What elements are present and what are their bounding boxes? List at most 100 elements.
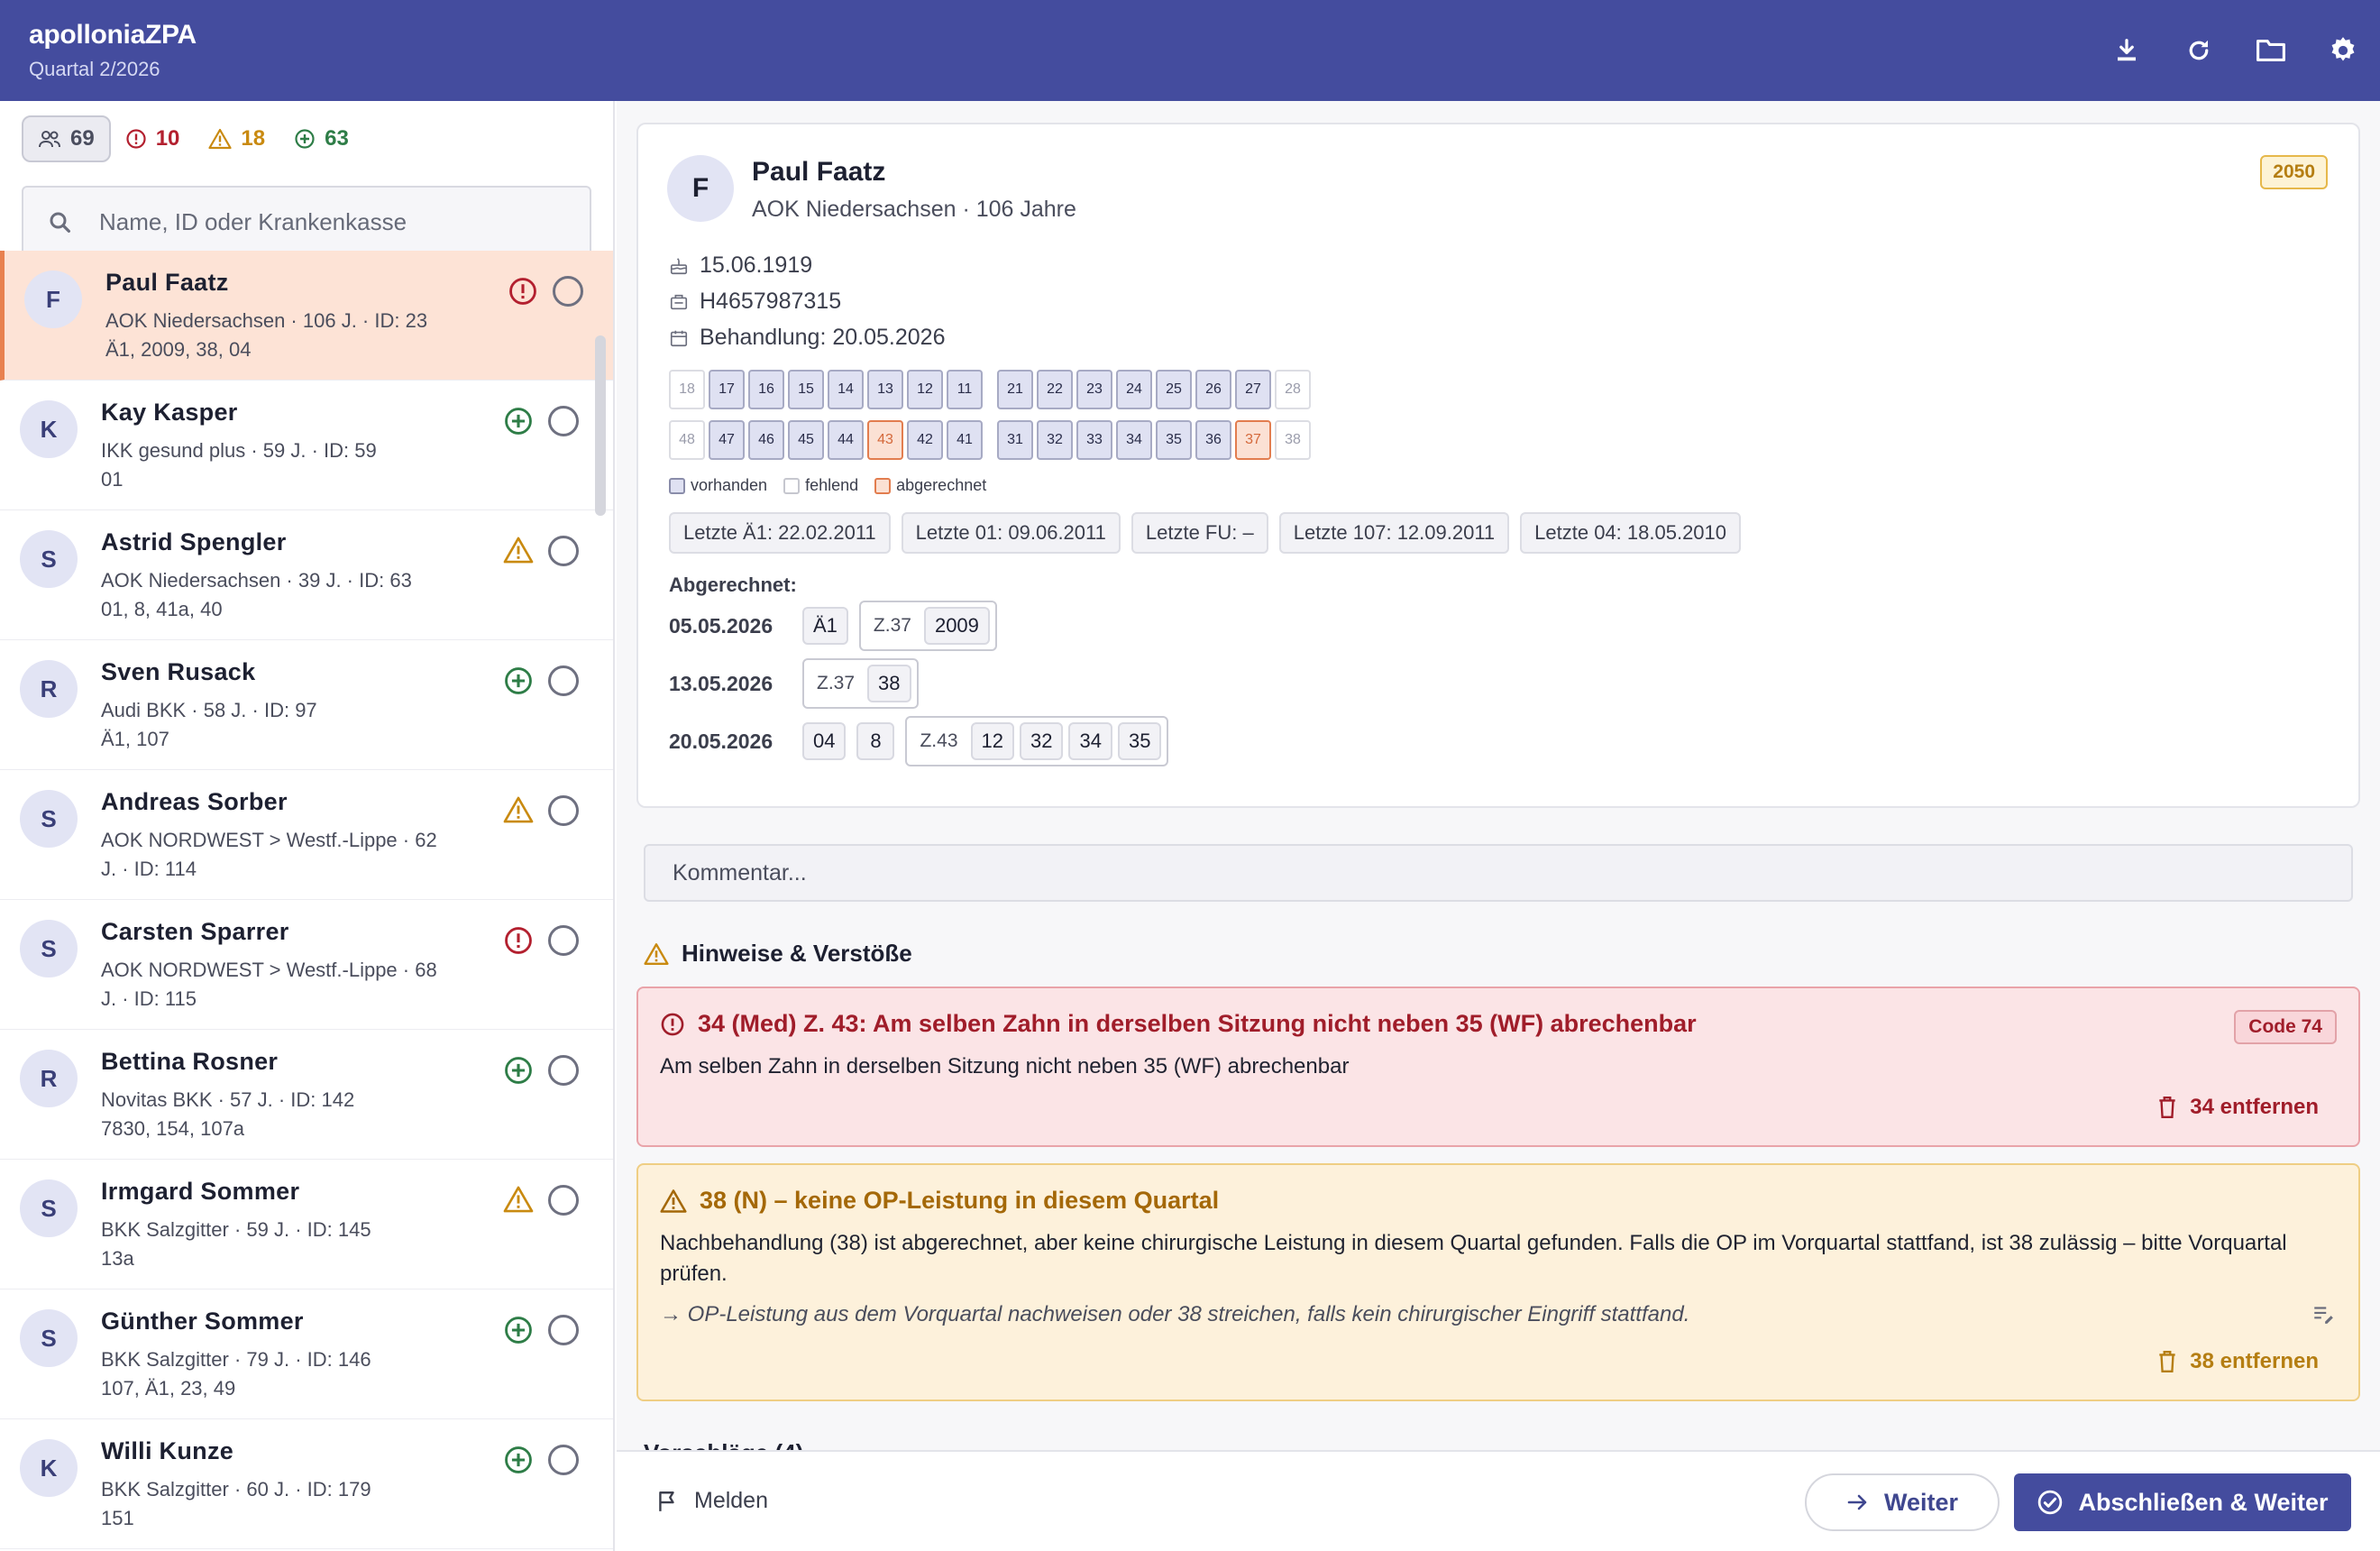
patient-list-item[interactable]: S Carsten Sparrer AOK NORDWEST > Westf.-Li… (0, 900, 613, 1030)
trash-icon (2159, 1096, 2175, 1119)
patient-list-item[interactable]: S Günther Sommer BKK Salzgitter · 79 J. · … (0, 1289, 613, 1419)
patient-list-item[interactable]: S Astrid Spengler AOK Niedersachsen · 39 J… (0, 510, 613, 640)
search-input[interactable] (99, 188, 577, 256)
tooth-45[interactable]: 45 (788, 420, 824, 460)
ok-status-icon (503, 1315, 534, 1345)
select-radio[interactable] (548, 795, 579, 826)
patient-list-item[interactable]: S Andreas Sorber AOK NORDWEST > Westf.-Lip… (0, 770, 613, 900)
filter-warnings[interactable]: 18 (194, 115, 279, 162)
patient-list-item[interactable]: R Sven Rusack Audi BKK · 58 J. · ID: 97 Ä1,… (0, 640, 613, 770)
tooth-12[interactable]: 12 (907, 370, 943, 409)
patient-name: Bettina Rosner (101, 1048, 279, 1075)
tooth-37[interactable]: 37 (1235, 420, 1271, 460)
select-radio[interactable] (553, 276, 583, 307)
patient-codes-line: 107, Ä1, 23, 49 (101, 1377, 236, 1400)
patient-info: BKK Salzgitter · 59 J. · ID: 145 13a (101, 1216, 471, 1273)
finish-and-next-button[interactable]: Abschließen & Weiter (2014, 1473, 2351, 1531)
select-radio[interactable] (548, 665, 579, 696)
last-service-chip: Letzte 01: 09.06.2011 (901, 512, 1121, 554)
tooth-32[interactable]: 32 (1037, 420, 1073, 460)
select-radio[interactable] (548, 1315, 579, 1345)
last-service-chip: Letzte 107: 12.09.2011 (1278, 512, 1510, 554)
patient-list-item[interactable]: K Willi Kunze BKK Salzgitter · 60 J. · ID:… (0, 1419, 613, 1549)
ok-status-icon (503, 1445, 534, 1475)
tooth-46[interactable]: 46 (748, 420, 784, 460)
tooth-13[interactable]: 13 (867, 370, 903, 409)
tooth-26[interactable]: 26 (1195, 370, 1231, 409)
tooth-41[interactable]: 41 (947, 420, 983, 460)
billed-row: 13.05.2026 Z.37 38 (669, 658, 929, 709)
tooth-36[interactable]: 36 (1195, 420, 1231, 460)
tooth-31[interactable]: 31 (997, 420, 1033, 460)
filter-ok[interactable]: 63 (279, 115, 363, 162)
tooth-14[interactable]: 14 (828, 370, 864, 409)
tooth-18[interactable]: 18 (669, 370, 705, 409)
check-circle-icon (2038, 1490, 2063, 1515)
tooth-11[interactable]: 11 (947, 370, 983, 409)
tooth-48[interactable]: 48 (669, 420, 705, 460)
patient-info: IKK gesund plus · 59 J. · ID: 59 01 (101, 436, 471, 494)
select-radio[interactable] (548, 406, 579, 436)
tooth-25[interactable]: 25 (1156, 370, 1192, 409)
comment-input[interactable] (645, 846, 2351, 900)
edit-note-icon[interactable] (2311, 1302, 2335, 1326)
tooth-16[interactable]: 16 (748, 370, 784, 409)
tooth-34[interactable]: 34 (1116, 420, 1152, 460)
filter-all[interactable]: 69 (22, 115, 111, 162)
refresh-icon[interactable] (2179, 31, 2219, 70)
patient-info-line: AOK Niedersachsen · 39 J. · ID: 63 (101, 569, 412, 592)
tooth-42[interactable]: 42 (907, 420, 943, 460)
patient-list-item[interactable]: R Bettina Rosner Novitas BKK · 57 J. · ID:… (0, 1030, 613, 1160)
patient-list-item[interactable]: F Paul Faatz AOK Niedersachsen · 106 J. · … (0, 251, 613, 381)
error-body: Am selben Zahn in derselben Sitzung nich… (660, 1054, 1350, 1078)
last-service-chip: Letzte Ä1: 22.02.2011 (669, 512, 891, 554)
tooth-15[interactable]: 15 (788, 370, 824, 409)
tooth-22[interactable]: 22 (1037, 370, 1073, 409)
plus-circle-icon (295, 129, 315, 149)
patient-list-item[interactable]: K Kay Kasper IKK gesund plus · 59 J. · ID:… (0, 381, 613, 510)
patient-list-scrollbar[interactable] (595, 335, 606, 516)
tooth-43[interactable]: 43 (867, 420, 903, 460)
tooth-38[interactable]: 38 (1275, 420, 1311, 460)
patient-info-line: IKK gesund plus · 59 J. · ID: 59 (101, 439, 377, 462)
tooth-21[interactable]: 21 (997, 370, 1033, 409)
billed-date: 05.05.2026 (669, 613, 774, 638)
select-radio[interactable] (548, 925, 579, 956)
warning-status-icon (503, 536, 534, 566)
tooth-28[interactable]: 28 (1275, 370, 1311, 409)
tooth-row-lower: 48 47 46 45 44 43 42 41 31 32 33 34 35 36 37 38 (669, 420, 1311, 460)
select-radio[interactable] (548, 1055, 579, 1086)
next-button[interactable]: Weiter (1805, 1473, 2000, 1531)
tooth-17[interactable]: 17 (709, 370, 745, 409)
error-code-badge: Code 74 (2234, 1010, 2337, 1044)
patient-name: Sven Rusack (101, 658, 256, 685)
tooth-24[interactable]: 24 (1116, 370, 1152, 409)
ok-status-icon (503, 665, 534, 696)
billed-code: 2009 (923, 607, 990, 645)
select-radio[interactable] (548, 536, 579, 566)
patient-list-item[interactable]: S Irmgard Sommer BKK Salzgitter · 59 J. · … (0, 1160, 613, 1289)
patient-avatar: S (20, 920, 78, 977)
tooth-33[interactable]: 33 (1076, 420, 1112, 460)
tooth-23[interactable]: 23 (1076, 370, 1112, 409)
tooth-44[interactable]: 44 (828, 420, 864, 460)
calendar-icon (670, 330, 688, 346)
remove-38-button[interactable]: 38 entfernen (2157, 1349, 2319, 1374)
gear-icon[interactable] (2323, 31, 2363, 70)
tooth-27[interactable]: 27 (1235, 370, 1271, 409)
tooth-group-label: Z.43 (920, 730, 958, 751)
report-button[interactable]: Melden (656, 1488, 768, 1514)
patient-info-line: AOK NORDWEST > Westf.-Lippe · 68 (101, 959, 437, 981)
warning-alert-title: 38 (N) – keine OP-Leistung in diesem Qua… (660, 1187, 1219, 1215)
billed-date: 20.05.2026 (669, 729, 774, 753)
download-icon[interactable] (2107, 31, 2147, 70)
select-radio[interactable] (548, 1445, 579, 1475)
billed-code: 12 (970, 722, 1014, 760)
select-radio[interactable] (548, 1185, 579, 1216)
folder-icon[interactable] (2251, 31, 2291, 70)
tooth-47[interactable]: 47 (709, 420, 745, 460)
tooth-35[interactable]: 35 (1156, 420, 1192, 460)
remove-34-button[interactable]: 34 entfernen (2157, 1095, 2319, 1120)
filter-errors[interactable]: 10 (111, 115, 195, 162)
patient-info: AOK Niedersachsen · 39 J. · ID: 63 01, 8,… (101, 566, 471, 624)
